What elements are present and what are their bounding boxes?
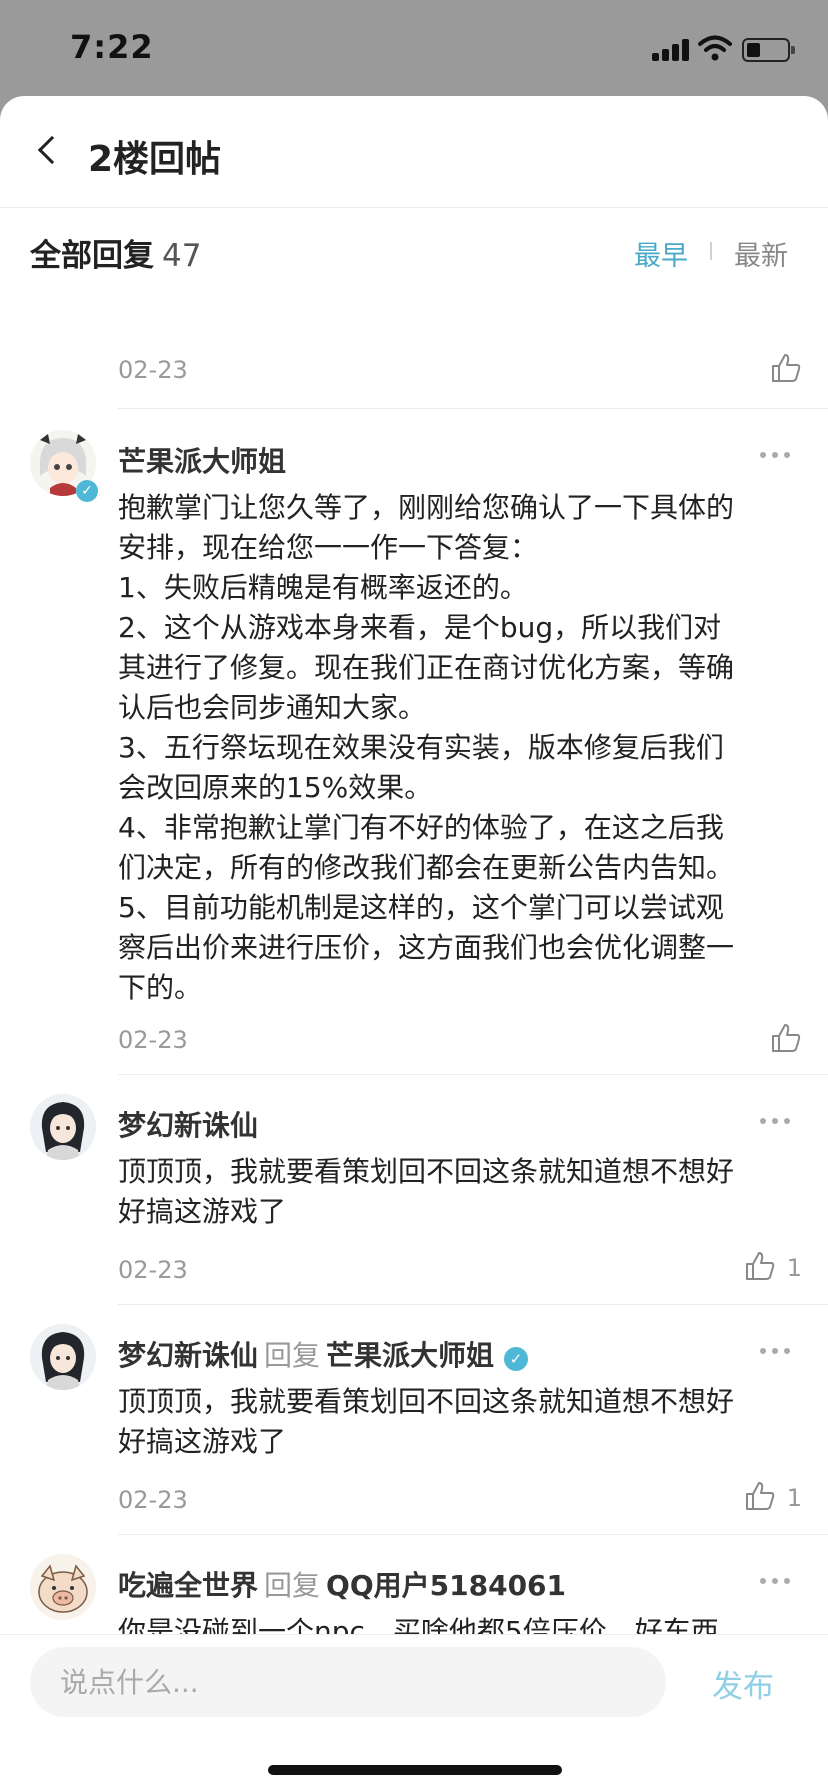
reply-sheet: 2楼回帖 全部回复 47 最早 最新 02-23 ✓ 芒果派大师姐 抱歉掌门让您… bbox=[0, 96, 828, 1792]
comment-item: 02-23 bbox=[0, 294, 828, 408]
battery-icon bbox=[742, 38, 795, 62]
comment-author[interactable]: 梦幻新诛仙 bbox=[118, 1104, 258, 1144]
divider bbox=[118, 1534, 828, 1535]
reply-count: 47 bbox=[162, 238, 202, 274]
avatar[interactable] bbox=[30, 1554, 96, 1620]
author-name: 芒果派大师姐 bbox=[118, 445, 287, 478]
comment-date: 02-23 bbox=[118, 1486, 188, 1514]
comment-item: 梦幻新诛仙 回复 芒果派大师姐 ✓ 顶顶顶，我就要看策划回不回这条就知道想不想好 好搞… bbox=[0, 1304, 828, 1534]
comment-composer: 发布 bbox=[0, 1634, 828, 1792]
comment-date: 02-23 bbox=[118, 1256, 188, 1284]
author-name: 梦幻新诛仙 bbox=[118, 1339, 259, 1372]
nav-bar: 2楼回帖 bbox=[0, 96, 828, 208]
comment-date: 02-23 bbox=[118, 1026, 188, 1054]
sort-separator bbox=[710, 242, 712, 260]
reply-target-name: 芒果派大师姐 bbox=[326, 1339, 495, 1372]
reply-word: 回复 bbox=[264, 1339, 321, 1372]
like-count: 1 bbox=[786, 1484, 802, 1512]
divider bbox=[118, 1074, 828, 1075]
reply-word: 回复 bbox=[264, 1569, 321, 1602]
page-title: 2楼回帖 bbox=[88, 139, 222, 180]
home-indicator[interactable] bbox=[268, 1765, 562, 1775]
sort-earliest-tab[interactable]: 最早 bbox=[634, 234, 688, 273]
back-button[interactable] bbox=[28, 128, 72, 176]
avatar-image bbox=[30, 1094, 96, 1160]
status-time: 7:22 bbox=[70, 28, 154, 66]
signal-icon bbox=[652, 37, 690, 61]
comment-author[interactable]: 芒果派大师姐 bbox=[118, 440, 286, 480]
comment-text: 顶顶顶，我就要看策划回不回这条就知道想不想好 好搞这游戏了 bbox=[118, 1155, 735, 1228]
author-name: 吃遍全世界 bbox=[118, 1569, 259, 1602]
status-bar: 7:22 bbox=[0, 0, 828, 96]
comment-item: ✓ 芒果派大师姐 抱歉掌门让您久等了，刚刚给您确认了一下具体的 安排，现在给您一… bbox=[0, 408, 828, 1074]
sort-latest-tab[interactable]: 最新 bbox=[734, 234, 788, 273]
reply-header-label: 全部回复 47 bbox=[30, 230, 201, 275]
more-options-button[interactable] bbox=[760, 1110, 792, 1130]
like-button[interactable] bbox=[768, 352, 802, 388]
comment-author[interactable]: 吃遍全世界 回复 QQ用户5184061 bbox=[118, 1564, 566, 1604]
author-name: 梦幻新诛仙 bbox=[118, 1109, 259, 1142]
reply-header: 全部回复 47 最早 最新 bbox=[0, 208, 828, 294]
avatar-image bbox=[30, 1324, 96, 1390]
thumbs-up-icon bbox=[772, 1024, 801, 1052]
thumbs-up-icon bbox=[772, 354, 801, 382]
avatar[interactable] bbox=[30, 1324, 96, 1390]
like-button[interactable]: 1 bbox=[744, 1480, 802, 1516]
avatar-image bbox=[30, 1554, 96, 1620]
reply-target-name: QQ用户5184061 bbox=[326, 1569, 567, 1602]
verified-check-icon: ✓ bbox=[76, 480, 98, 502]
reply-header-title: 全部回复 bbox=[30, 238, 154, 274]
like-count: 1 bbox=[786, 1254, 802, 1282]
more-options-button[interactable] bbox=[760, 1570, 792, 1590]
comment-text: 顶顶顶，我就要看策划回不回这条就知道想不想好 好搞这游戏了 bbox=[118, 1385, 735, 1458]
comment-author[interactable]: 梦幻新诛仙 回复 芒果派大师姐 ✓ bbox=[118, 1334, 529, 1374]
publish-button[interactable]: 发布 bbox=[712, 1661, 774, 1706]
divider bbox=[118, 408, 828, 409]
like-button[interactable] bbox=[768, 1022, 802, 1058]
comment-item: 梦幻新诛仙 顶顶顶，我就要看策划回不回这条就知道想不想好 好搞这游戏了 02-2… bbox=[0, 1074, 828, 1304]
avatar[interactable] bbox=[30, 1094, 96, 1160]
verified-check-icon: ✓ bbox=[504, 1347, 529, 1371]
thumbs-up-icon bbox=[746, 1482, 775, 1510]
back-chevron-icon bbox=[37, 135, 67, 165]
comment-date: 02-23 bbox=[118, 356, 188, 384]
comment-input[interactable] bbox=[30, 1647, 666, 1717]
more-options-button[interactable] bbox=[760, 1340, 792, 1360]
like-button[interactable]: 1 bbox=[744, 1250, 802, 1286]
thumbs-up-icon bbox=[746, 1252, 775, 1280]
wifi-icon bbox=[698, 35, 732, 61]
comment-text: 抱歉掌门让您久等了，刚刚给您确认了一下具体的 安排，现在给您一一作一下答复： 1… bbox=[118, 491, 735, 1004]
more-options-button[interactable] bbox=[760, 444, 792, 464]
divider bbox=[118, 1304, 828, 1305]
battery-level bbox=[747, 43, 760, 57]
